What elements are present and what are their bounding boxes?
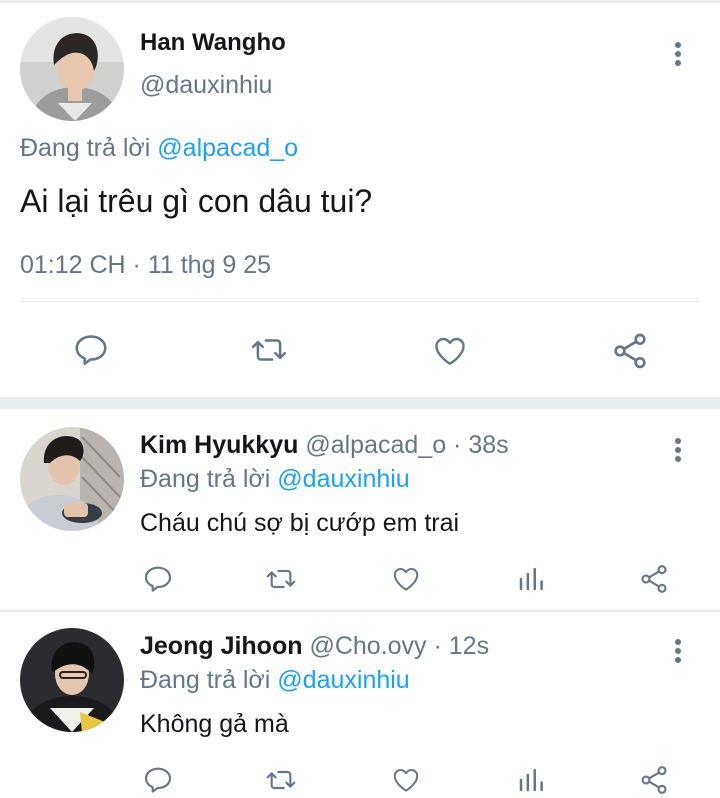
reply-tweet: Jeong Jihoon @Cho.ovy · 12s Đang trả lời…	[0, 602, 720, 798]
share-icon[interactable]	[638, 764, 670, 796]
author-name[interactable]: Jeong Jihoon	[140, 632, 303, 660]
replying-prefix: Đang trả lời	[140, 465, 271, 493]
author-name[interactable]: Kim Hyukkyu	[140, 431, 298, 459]
analytics-icon[interactable]	[516, 765, 546, 795]
avatar-image	[20, 427, 124, 531]
retweet-icon[interactable]	[264, 764, 298, 796]
analytics-icon[interactable]	[516, 564, 546, 594]
like-icon[interactable]	[390, 564, 422, 594]
tweet-timestamp[interactable]: 01:12 CH · 11 thg 9 25	[20, 251, 271, 280]
more-options-icon[interactable]	[668, 636, 688, 666]
reply-icon[interactable]	[142, 764, 174, 796]
reply-header: Kim Hyukkyu @alpacad_o · 38s	[140, 431, 509, 460]
replying-prefix: Đang trả lời	[140, 666, 271, 694]
tweet-text: Cháu chú sợ bị cướp em trai	[140, 509, 460, 537]
avatar[interactable]	[20, 628, 124, 732]
more-options-icon[interactable]	[668, 435, 688, 465]
tweet-text: Không gả mà	[140, 710, 289, 738]
tweet-text: Ai lại trêu gì con dâu tui?	[20, 183, 373, 219]
reply-header: Jeong Jihoon @Cho.ovy · 12s	[140, 632, 489, 661]
mention-link[interactable]: @alpacad_o	[157, 134, 298, 162]
avatar-image	[20, 628, 124, 732]
author-name[interactable]: Han Wangho	[140, 29, 286, 57]
like-icon[interactable]	[431, 333, 469, 369]
more-options-icon[interactable]	[668, 39, 688, 69]
share-icon[interactable]	[610, 331, 650, 371]
share-icon[interactable]	[638, 563, 670, 595]
avatar[interactable]	[20, 17, 124, 121]
retweet-icon[interactable]	[264, 563, 298, 595]
mention-link[interactable]: @dauxinhiu	[277, 465, 409, 493]
replying-to: Đang trả lời @dauxinhiu	[140, 465, 410, 494]
mention-link[interactable]: @dauxinhiu	[277, 666, 409, 694]
like-icon[interactable]	[390, 765, 422, 795]
reply-icon[interactable]	[142, 563, 174, 595]
replying-to: Đang trả lời @alpacad_o	[20, 134, 298, 163]
avatar[interactable]	[20, 427, 124, 531]
avatar-image	[20, 17, 124, 121]
reply-tweet: Kim Hyukkyu @alpacad_o · 38s Đang trả lờ…	[0, 401, 720, 610]
replying-to: Đang trả lời @dauxinhiu	[140, 666, 410, 695]
retweet-icon[interactable]	[249, 331, 289, 369]
replying-prefix: Đang trả lời	[20, 134, 151, 162]
divider	[20, 301, 700, 302]
author-handle[interactable]: @dauxinhiu	[140, 71, 272, 100]
reply-icon[interactable]	[72, 331, 110, 369]
author-meta[interactable]: @Cho.ovy · 12s	[309, 632, 489, 660]
main-tweet: Han Wangho @dauxinhiu Đang trả lời @alpa…	[0, 3, 720, 397]
author-meta[interactable]: @alpacad_o · 38s	[305, 431, 508, 459]
